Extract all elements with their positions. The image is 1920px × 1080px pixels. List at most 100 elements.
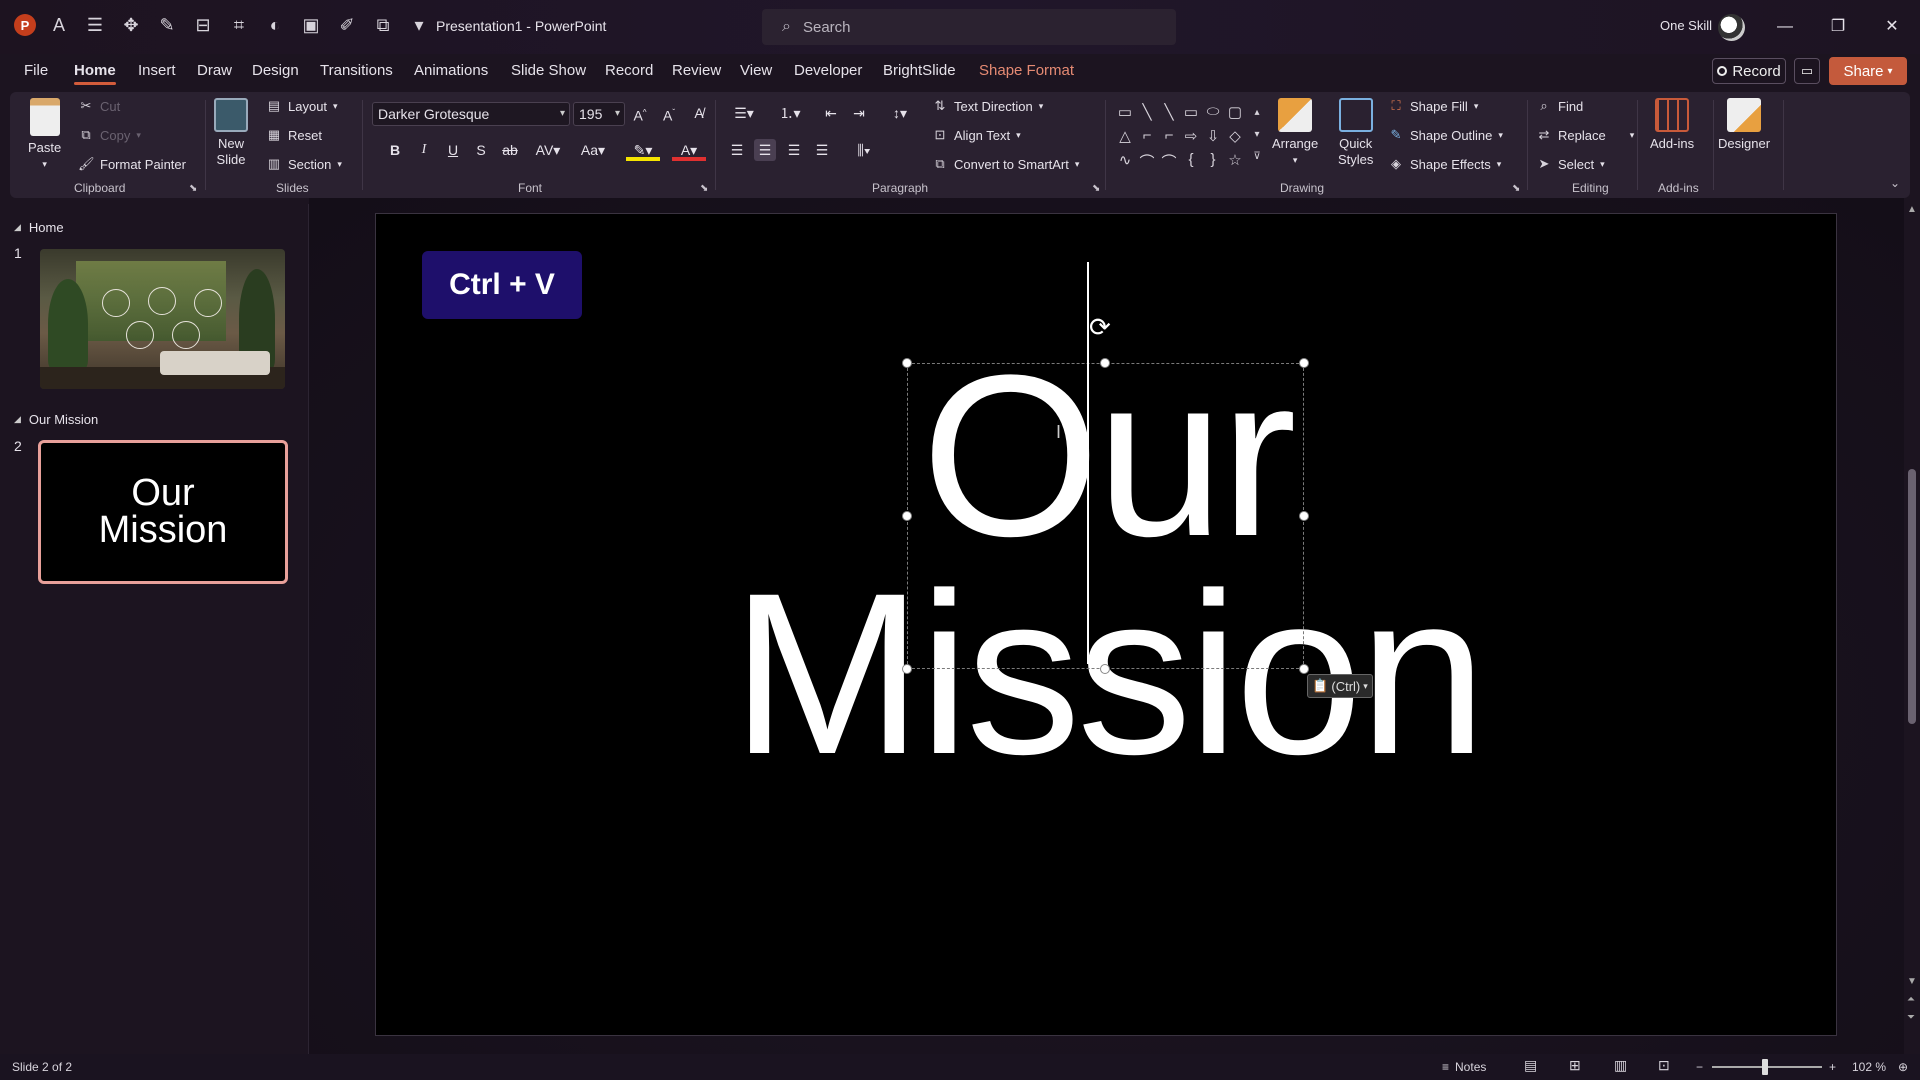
collapse-ribbon-icon[interactable]: ⌄ [1890, 176, 1900, 190]
search-box[interactable]: ⌕ Search [762, 9, 1176, 45]
shadow-icon[interactable]: S [470, 139, 492, 161]
star-icon[interactable]: ☆ [1224, 151, 1246, 169]
next-slide-icon[interactable]: ⏷ [1907, 1012, 1915, 1023]
scroll-down-icon[interactable]: ▼ [1907, 976, 1917, 987]
numbering-icon[interactable]: ⒈▾ [772, 102, 808, 124]
normal-view-icon[interactable]: ▤ [1524, 1057, 1537, 1074]
oval-icon[interactable]: ⬭ [1202, 103, 1224, 120]
crop-icon[interactable]: ⌗ [226, 12, 252, 38]
arrow-right-icon[interactable]: ⇨ [1180, 127, 1202, 145]
collapse-triangle-icon[interactable]: ◢ [14, 414, 21, 425]
strikethrough-icon[interactable]: ab [499, 139, 521, 161]
slide-thumbnail-1[interactable] [40, 249, 285, 389]
columns-icon[interactable]: ⫼▾ [846, 139, 882, 161]
resize-handle[interactable] [1100, 358, 1110, 368]
dialog-launcher-icon[interactable]: ⬊ [189, 183, 197, 194]
italic-icon[interactable]: I [413, 139, 435, 161]
resize-handle[interactable] [1100, 664, 1110, 674]
gallery-more-icon[interactable]: ⊽ [1246, 151, 1268, 162]
tab-home[interactable]: Home [74, 62, 116, 85]
customize-qat-icon[interactable]: ▾ [406, 12, 432, 38]
zoom-out-icon[interactable]: − [1696, 1060, 1703, 1074]
decrease-indent-icon[interactable]: ⇤ [820, 102, 842, 124]
comments-button[interactable]: ▭ [1794, 58, 1820, 84]
resize-handle[interactable] [902, 358, 912, 368]
reset-button[interactable]: ▦ Reset [266, 127, 322, 143]
shapes-gallery[interactable]: ▭ ╲ ╲ ▭ ⬭ ▢ △ ⌐ ⌐ ⇨ ⇩ ◇ ∿ ⌒ ⌒ { } ☆ ▴ ▾ … [1114, 99, 1262, 175]
arrow-down-icon[interactable]: ⇩ [1202, 127, 1224, 145]
section-button[interactable]: ▥ Section ▾ [266, 156, 342, 172]
shape-effects-button[interactable]: ◈ Shape Effects ▾ [1388, 156, 1501, 172]
tab-record[interactable]: Record [605, 62, 653, 79]
connector-icon[interactable]: ⌐ [1136, 127, 1158, 144]
arrange-button[interactable]: Arrange ▾ [1272, 98, 1318, 168]
dialog-launcher-icon[interactable]: ⬊ [1512, 183, 1520, 194]
tab-file[interactable]: File [24, 62, 48, 79]
previous-slide-icon[interactable]: ⏶ [1907, 994, 1915, 1005]
zoom-slider-knob[interactable] [1762, 1059, 1768, 1075]
resize-handle[interactable] [902, 664, 912, 674]
change-case-icon[interactable]: Aa▾ [575, 139, 611, 161]
section-header-our-mission[interactable]: ◢ Our Mission [14, 412, 98, 427]
account-name[interactable]: One Skill [1660, 18, 1712, 33]
bold-icon[interactable]: B [384, 139, 406, 161]
arc-icon[interactable]: ⌒ [1136, 151, 1158, 172]
tab-shape-format[interactable]: Shape Format [979, 62, 1074, 79]
tab-insert[interactable]: Insert [138, 62, 176, 79]
collapse-triangle-icon[interactable]: ◢ [14, 222, 21, 233]
dialog-launcher-icon[interactable]: ⬊ [700, 183, 708, 194]
slide-show-icon[interactable]: ⊡ [1658, 1057, 1670, 1074]
scroll-up-icon[interactable]: ▲ [1907, 204, 1917, 215]
text-direction-button[interactable]: ⇅ Text Direction ▾ [932, 98, 1044, 114]
close-icon[interactable]: ✕ [1879, 14, 1905, 40]
record-button[interactable]: Record [1712, 58, 1786, 84]
tab-developer[interactable]: Developer [794, 62, 862, 79]
layout-button[interactable]: ▤ Layout ▾ [266, 98, 338, 114]
paragraph-lines-icon[interactable]: ☰ [82, 12, 108, 38]
shapes-icon[interactable]: ◐ [262, 12, 288, 38]
triangle-icon[interactable]: △ [1114, 127, 1136, 145]
scrollbar-thumb[interactable] [1908, 469, 1916, 724]
quick-styles-button[interactable]: Quick Styles [1338, 98, 1373, 168]
decrease-font-size-icon[interactable]: Aˇ [658, 102, 680, 124]
replace-button[interactable]: ⇄ Replace ▾ [1536, 127, 1635, 143]
convert-smartart-button[interactable]: ⧉ Convert to SmartArt ▾ [932, 156, 1079, 172]
layout-icon[interactable]: ⧉ [370, 12, 396, 38]
format-painter-button[interactable]: 🖌 Format Painter [78, 156, 186, 172]
selection-box[interactable] [907, 363, 1304, 669]
gallery-up-icon[interactable]: ▴ [1246, 107, 1268, 118]
flowchart-icon[interactable]: ◇ [1224, 127, 1246, 145]
vertical-scrollbar[interactable]: ▲ ▼ ⏶ ⏷ [1904, 204, 1920, 1054]
tab-slide-show[interactable]: Slide Show [511, 62, 586, 79]
paste-options-button[interactable]: 📋 (Ctrl) ▾ [1307, 674, 1373, 698]
reading-view-icon[interactable]: ▥ [1614, 1057, 1627, 1074]
justify-icon[interactable]: ☰ [811, 139, 833, 161]
select-button[interactable]: ➤ Select ▾ [1536, 156, 1605, 172]
dialog-launcher-icon[interactable]: ⬊ [1092, 183, 1100, 194]
line-icon[interactable]: ╲ [1136, 103, 1158, 121]
font-a-icon[interactable]: A [46, 12, 72, 38]
resize-handle[interactable] [1299, 511, 1309, 521]
new-slide-button[interactable]: New Slide [214, 98, 248, 168]
shape-outline-button[interactable]: ✎ Shape Outline ▾ [1388, 127, 1503, 143]
connector-icon[interactable]: ⌐ [1158, 127, 1180, 144]
zoom-level[interactable]: 102 % [1852, 1060, 1886, 1074]
slide-editor[interactable]: Ctrl + V Our Mission ⟳ I 📋 (Ctrl) ▾ [375, 213, 1837, 1036]
brace-left-icon[interactable]: { [1180, 151, 1202, 168]
font-color-icon[interactable]: A▾ [672, 139, 706, 161]
rectangle-icon[interactable]: ▭ [1180, 103, 1202, 121]
fit-to-window-icon[interactable]: ⊕ [1898, 1060, 1908, 1074]
tab-draw[interactable]: Draw [197, 62, 232, 79]
avatar[interactable] [1718, 14, 1745, 41]
resize-handle[interactable] [902, 511, 912, 521]
character-spacing-icon[interactable]: AV▾ [530, 139, 566, 161]
notes-button[interactable]: ≡ Notes [1442, 1060, 1486, 1074]
tab-brightslide[interactable]: BrightSlide [883, 62, 956, 79]
font-name-field[interactable]: Darker Grotesque ▾ [372, 102, 570, 126]
increase-indent-icon[interactable]: ⇥ [848, 102, 870, 124]
restore-icon[interactable]: ❐ [1825, 14, 1851, 40]
line-spacing-icon[interactable]: ↕▾ [882, 102, 918, 124]
increase-font-size-icon[interactable]: A^ [629, 102, 651, 124]
picture-icon[interactable]: ▣ [298, 12, 324, 38]
underline-icon[interactable]: U [442, 139, 464, 161]
